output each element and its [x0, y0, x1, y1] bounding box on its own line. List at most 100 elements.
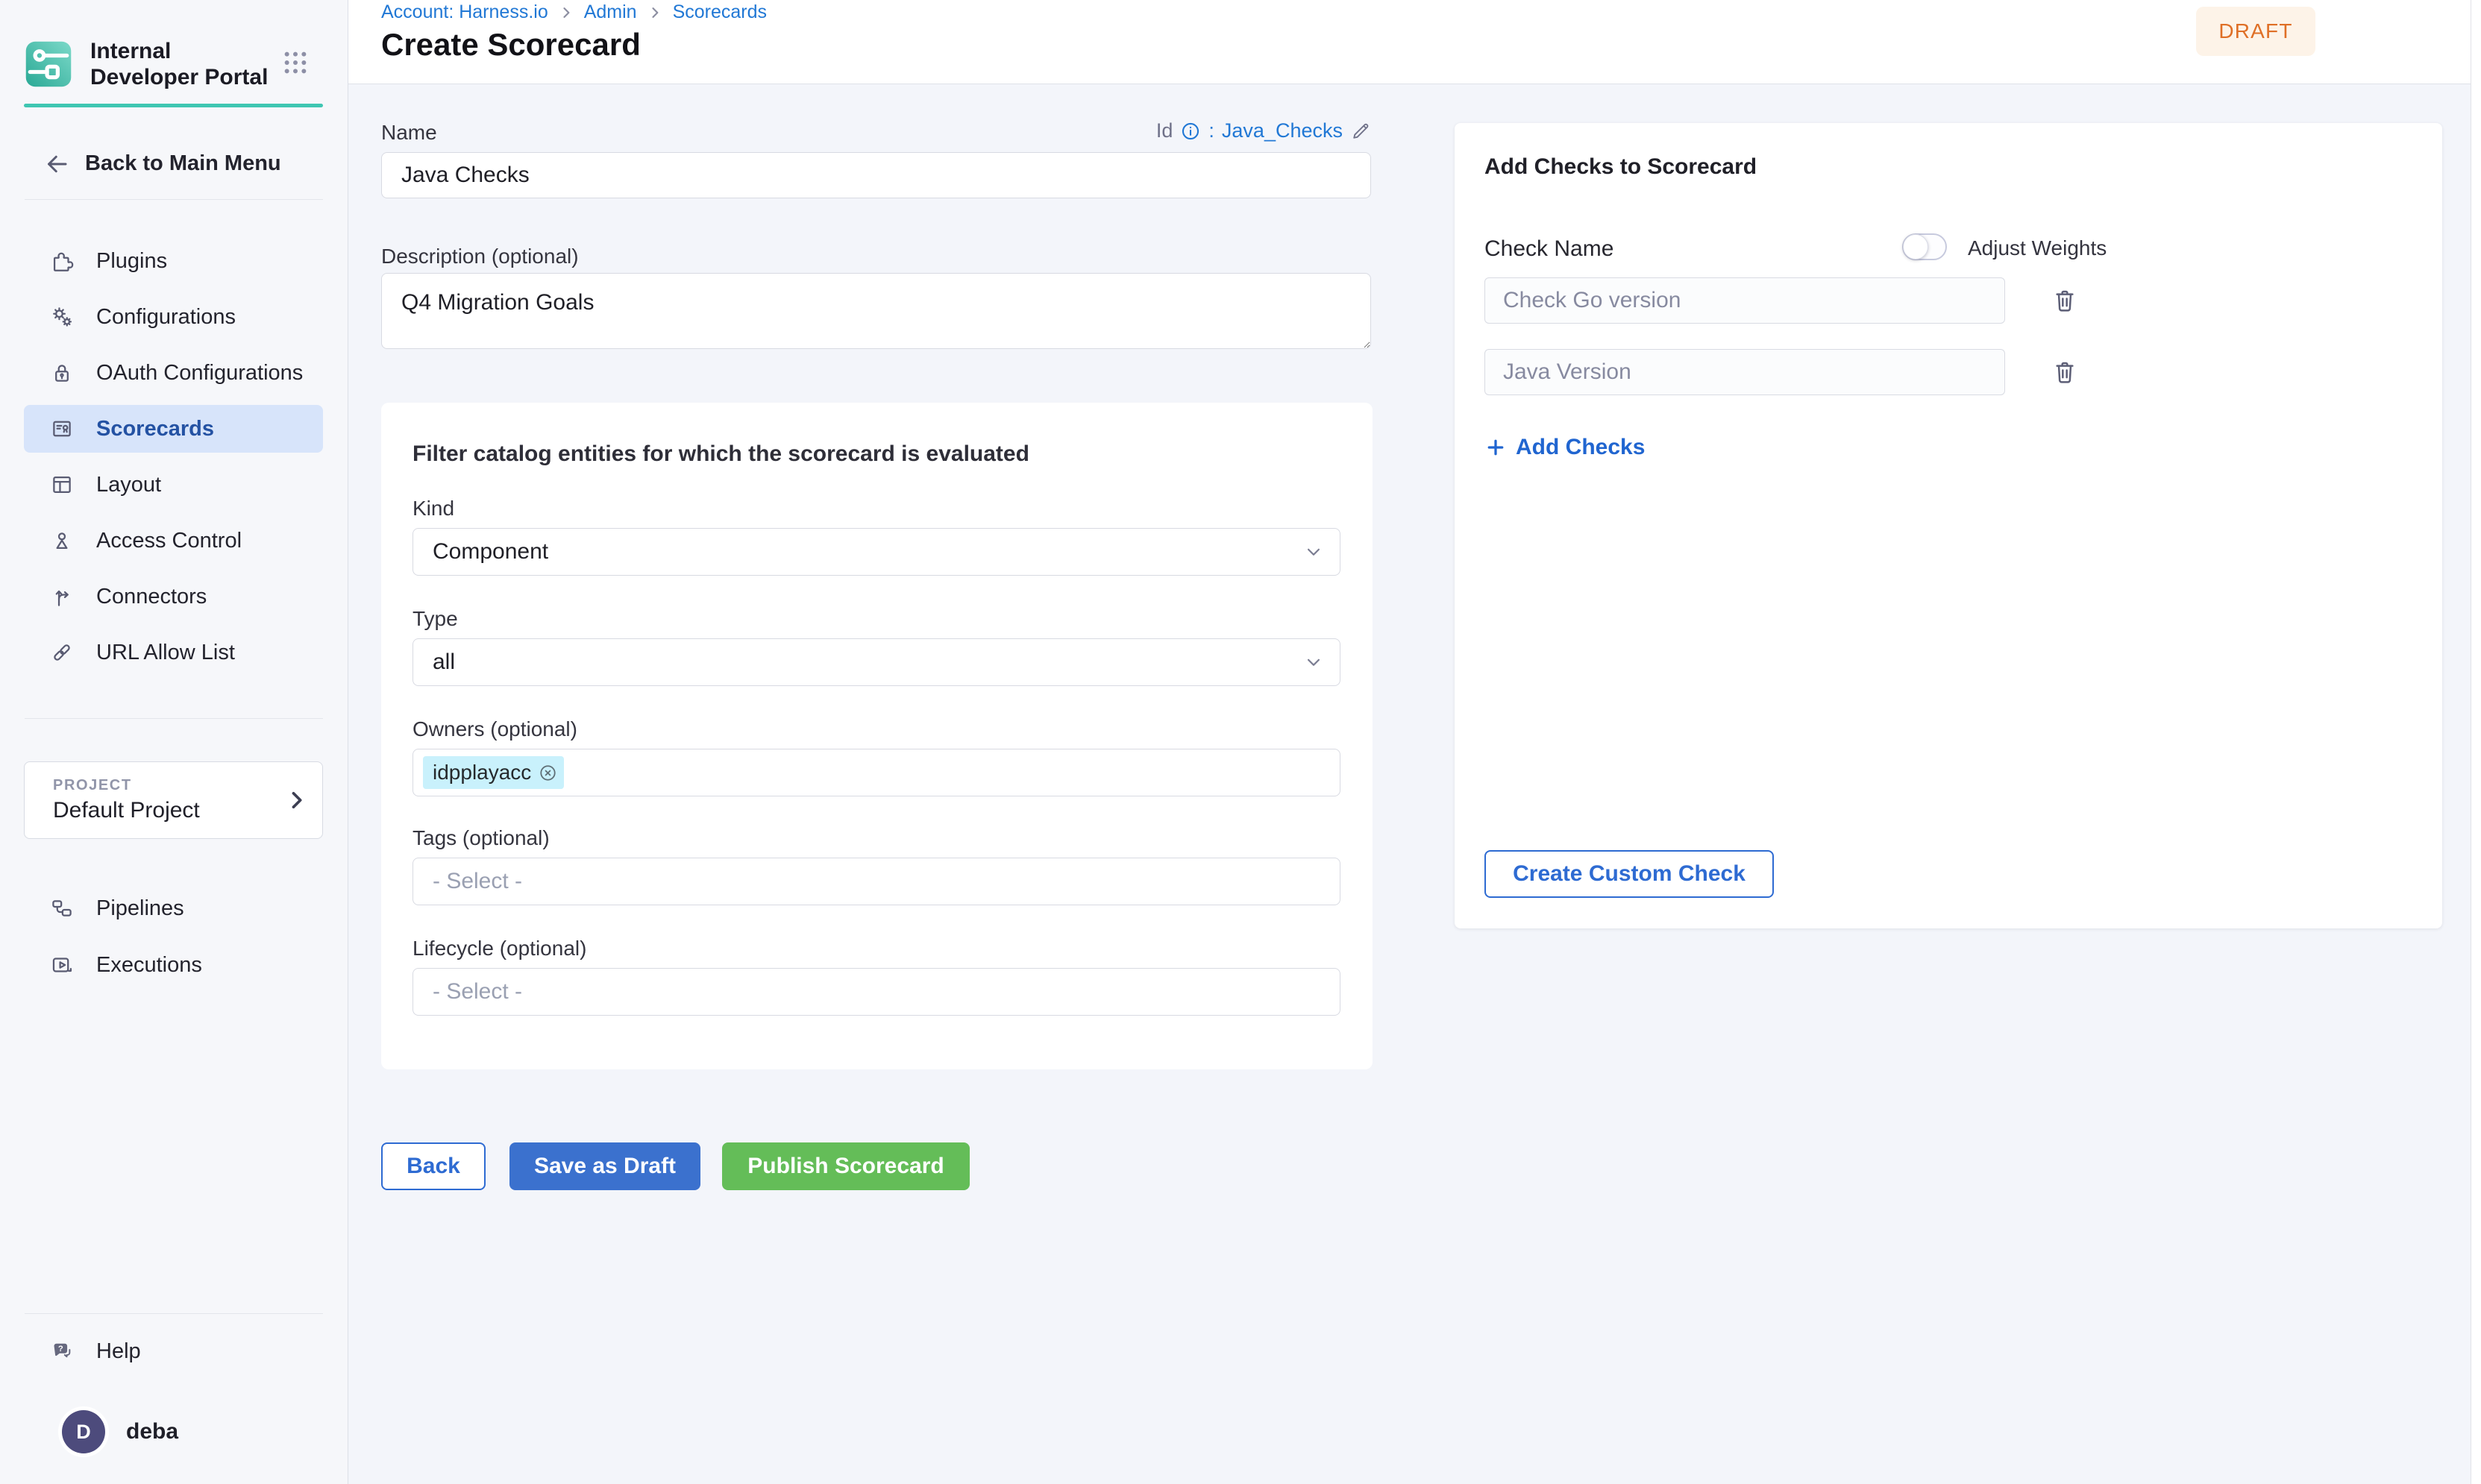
sidebar-item-url-allow-list[interactable]: URL Allow List: [24, 629, 323, 676]
delete-check-2-button[interactable]: [2050, 356, 2083, 389]
sidebar: Internal Developer Portal Back to Main M…: [0, 0, 348, 1484]
puzzle-icon: [49, 248, 75, 274]
type-value: all: [433, 650, 455, 675]
branch-icon: [49, 584, 75, 609]
sidebar-item-label: Connectors: [96, 585, 207, 609]
project-eyebrow: PROJECT: [53, 777, 132, 794]
sidebar-item-label: Pipelines: [96, 896, 184, 921]
tags-label: Tags (optional): [413, 826, 550, 850]
back-to-main-menu[interactable]: Back to Main Menu: [24, 139, 323, 187]
page-header: Account: Harness.io Admin Scorecards Cre…: [348, 0, 2481, 84]
brand-header: Internal Developer Portal: [24, 40, 324, 90]
sidebar-item-label: OAuth Configurations: [96, 361, 303, 386]
add-checks-label: Add Checks: [1516, 435, 1645, 460]
sidebar-item-plugins[interactable]: Plugins: [24, 237, 323, 285]
arrow-left-icon: [43, 151, 69, 176]
filter-title: Filter catalog entities for which the sc…: [413, 441, 1029, 467]
owner-chip-label: idpplayacc: [433, 761, 531, 785]
info-icon[interactable]: [1180, 121, 1201, 142]
breadcrumb: Account: Harness.io Admin Scorecards: [381, 1, 767, 23]
sidebar-item-executions[interactable]: Executions: [24, 941, 323, 989]
id-label: Id: [1156, 119, 1173, 142]
person-icon: [49, 528, 75, 553]
chip-remove-icon[interactable]: [538, 763, 558, 783]
status-badge: DRAFT: [2196, 7, 2315, 56]
sidebar-item-label: Executions: [96, 953, 202, 978]
divider: [25, 1313, 323, 1314]
create-custom-check-button[interactable]: Create Custom Check: [1484, 850, 1774, 898]
lock-icon: [49, 360, 75, 386]
breadcrumb-scorecards[interactable]: Scorecards: [673, 1, 767, 23]
chevron-right-icon: [559, 5, 574, 20]
publish-scorecard-button[interactable]: Publish Scorecard: [722, 1142, 970, 1190]
add-checks-button[interactable]: Add Checks: [1484, 435, 1645, 460]
description-textarea[interactable]: Q4 Migration Goals: [381, 273, 1371, 349]
sidebar-item-layout[interactable]: Layout: [24, 461, 323, 509]
owners-label: Owners (optional): [413, 717, 577, 741]
link-icon: [49, 640, 75, 665]
plus-icon: [1484, 436, 1507, 459]
tags-select-input[interactable]: [413, 858, 1340, 905]
play-icon: [49, 952, 75, 978]
sidebar-item-configurations[interactable]: Configurations: [24, 293, 323, 341]
sidebar-item-label: Layout: [96, 473, 161, 497]
help-label: Help: [96, 1339, 141, 1364]
owner-chip: idpplayacc: [423, 756, 564, 789]
owners-input[interactable]: idpplayacc: [413, 749, 1340, 796]
chevron-right-icon: [283, 787, 309, 813]
lifecycle-label: Lifecycle (optional): [413, 937, 586, 960]
idp-logo-icon: [24, 40, 73, 89]
check-input-1[interactable]: [1484, 277, 2005, 324]
help-chat-icon: ?: [49, 1339, 75, 1364]
pipeline-icon: [49, 896, 75, 921]
id-value-link[interactable]: Java_Checks: [1222, 119, 1343, 142]
vertical-scrollbar[interactable]: [2471, 0, 2481, 1484]
type-select[interactable]: all: [413, 638, 1340, 686]
layout-icon: [49, 472, 75, 497]
divider: [25, 718, 323, 719]
sidebar-item-label: Scorecards: [96, 417, 214, 441]
user-menu[interactable]: D deba: [24, 1408, 323, 1456]
check-name-label: Check Name: [1484, 236, 1613, 262]
kind-label: Kind: [413, 497, 454, 521]
project-selector[interactable]: PROJECT Default Project: [24, 761, 323, 839]
id-row: Id : Java_Checks: [1156, 119, 1371, 142]
edit-pencil-icon[interactable]: [1350, 121, 1371, 142]
breadcrumb-admin[interactable]: Admin: [584, 1, 637, 23]
description-label: Description (optional): [381, 245, 579, 268]
svg-text:?: ?: [58, 1345, 63, 1353]
page-title: Create Scorecard: [381, 27, 641, 63]
scorecard-icon: [49, 416, 75, 441]
toggle-knob: [1903, 234, 1928, 260]
avatar: D: [62, 1410, 105, 1453]
username: deba: [126, 1419, 178, 1444]
id-separator: :: [1208, 119, 1214, 142]
delete-check-1-button[interactable]: [2050, 284, 2083, 317]
sidebar-item-connectors[interactable]: Connectors: [24, 573, 323, 620]
divider: [25, 199, 323, 200]
adjust-weights-label: Adjust Weights: [1968, 236, 2107, 260]
sidebar-item-access-control[interactable]: Access Control: [24, 517, 323, 565]
sidebar-item-pipelines[interactable]: Pipelines: [24, 884, 323, 932]
app-grid-icon[interactable]: [280, 47, 311, 78]
help-button[interactable]: ? Help: [24, 1327, 323, 1375]
check-input-2[interactable]: [1484, 349, 2005, 395]
name-label: Name: [381, 121, 437, 145]
adjust-weights-toggle[interactable]: [1902, 233, 1947, 260]
brand-accent-bar: [24, 104, 323, 107]
name-input[interactable]: [381, 152, 1371, 198]
lifecycle-select-input[interactable]: [413, 968, 1340, 1016]
breadcrumb-account[interactable]: Account: Harness.io: [381, 1, 548, 23]
save-as-draft-button[interactable]: Save as Draft: [509, 1142, 700, 1190]
kind-select[interactable]: Component: [413, 528, 1340, 576]
sidebar-item-oauth-configurations[interactable]: OAuth Configurations: [24, 349, 323, 397]
checks-panel-title: Add Checks to Scorecard: [1484, 154, 1757, 180]
chevron-down-icon: [1302, 651, 1325, 673]
add-checks-panel: Add Checks to Scorecard Check Name Adjus…: [1455, 123, 2442, 928]
chevron-right-icon: [647, 5, 662, 20]
back-button[interactable]: Back: [381, 1142, 486, 1190]
sidebar-item-label: URL Allow List: [96, 641, 235, 665]
brand-title: Internal Developer Portal: [90, 38, 277, 90]
sidebar-item-scorecards[interactable]: Scorecards: [24, 405, 323, 453]
back-label: Back to Main Menu: [85, 151, 281, 176]
